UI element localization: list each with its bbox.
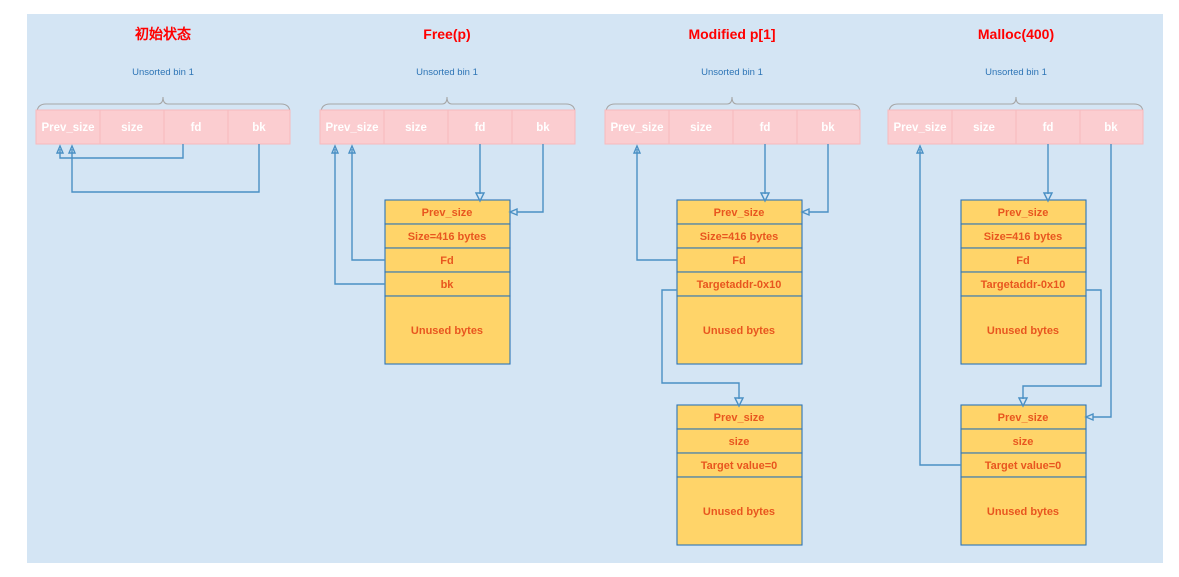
arrow-fd-to-prevsize: [59, 144, 184, 159]
arrowhead: [1084, 412, 1094, 422]
chunk-row-label: Prev_size: [422, 207, 473, 219]
bin-cell-label: Prev_size: [41, 122, 94, 134]
bin-cell-label: bk: [821, 122, 835, 134]
arrow-chunkfd-to-bin: [636, 149, 677, 261]
chunk-row-label: Prev_size: [998, 412, 1049, 424]
bin-cell-label: size: [690, 122, 712, 134]
chunk-row-label: Unused bytes: [411, 325, 483, 337]
heap-unsorted-bin-attack-diagram: 初始状态 Unsorted bin 1 Prev_size size fd bk…: [35, 26, 1144, 546]
chunk-row-label: Unused bytes: [987, 325, 1059, 337]
arrow-chunkbk-to-bin: [334, 149, 385, 285]
column-initial-state: 初始状态 Unsorted bin 1 Prev_size size fd bk: [35, 26, 291, 193]
chunk-row-label: size: [1013, 436, 1034, 448]
chunk-row-label: Size=416 bytes: [984, 231, 1063, 243]
bin-cell-label: bk: [536, 122, 550, 134]
bin-cell-label: size: [973, 122, 995, 134]
column-malloc-400: Malloc(400) Unsorted bin 1 Prev_size siz…: [887, 26, 1144, 546]
column-title: 初始状态: [135, 26, 191, 42]
column-title: Malloc(400): [978, 26, 1054, 42]
chunk-row-label: Unused bytes: [987, 506, 1059, 518]
chunk-row-label: Target value=0: [701, 460, 778, 472]
chunk-row-label: Size=416 bytes: [408, 231, 487, 243]
chunk-row-label: Target value=0: [985, 460, 1062, 472]
arrow-chunkfd-to-bin: [351, 149, 385, 261]
chunk-row-label: Size=416 bytes: [700, 231, 779, 243]
bin-cell-label: Prev_size: [610, 122, 663, 134]
chunk-row-label: Targetaddr-0x10: [697, 279, 782, 291]
bin-label: Unsorted bin 1: [416, 67, 478, 78]
chunk-row-label: Fd: [1016, 255, 1029, 267]
chunk-row-label: Prev_size: [714, 207, 765, 219]
bin-cell-label: Prev_size: [893, 122, 946, 134]
bin-cell-label: bk: [252, 122, 266, 134]
bin-label: Unsorted bin 1: [985, 67, 1047, 78]
chunk-row-label: Fd: [440, 255, 453, 267]
column-modified-p1: Modified p[1] Unsorted bin 1 Prev_size s…: [604, 26, 861, 546]
arrow-bk-to-prevsize: [71, 144, 260, 193]
arrowhead: [508, 207, 518, 217]
arrow-targetvalue-to-bin: [919, 149, 961, 466]
arrowhead: [800, 207, 810, 217]
chunk-row-label: Unused bytes: [703, 325, 775, 337]
bin-cell-label: fd: [760, 122, 771, 134]
chunk-row-label: Fd: [732, 255, 745, 267]
chunk-row-label: size: [729, 436, 750, 448]
bin-cell-label: fd: [191, 122, 202, 134]
column-title: Modified p[1]: [688, 26, 775, 42]
column-title: Free(p): [423, 26, 470, 42]
bin-cell-label: Prev_size: [325, 122, 378, 134]
bin-label: Unsorted bin 1: [701, 67, 763, 78]
chunk-row-label: Unused bytes: [703, 506, 775, 518]
bin-label: Unsorted bin 1: [132, 67, 194, 78]
chunk-row-label: Prev_size: [714, 412, 765, 424]
chunk-row-label: Targetaddr-0x10: [981, 279, 1066, 291]
chunk-row-label: Prev_size: [998, 207, 1049, 219]
arrow-bk-to-chunk: [809, 144, 829, 213]
bin-cell-label: size: [121, 122, 143, 134]
chunk-row-label: bk: [441, 279, 455, 291]
bin-cell-label: size: [405, 122, 427, 134]
bin-cell-label: bk: [1104, 122, 1118, 134]
arrow-bk-to-targetchunk: [1093, 144, 1112, 418]
column-free-p: Free(p) Unsorted bin 1 Prev_size size fd…: [319, 26, 576, 365]
diagram-canvas: 初始状态 Unsorted bin 1 Prev_size size fd bk…: [0, 0, 1179, 577]
bin-cell-label: fd: [475, 122, 486, 134]
bin-cell-label: fd: [1043, 122, 1054, 134]
arrow-bk-to-chunk: [517, 144, 544, 213]
